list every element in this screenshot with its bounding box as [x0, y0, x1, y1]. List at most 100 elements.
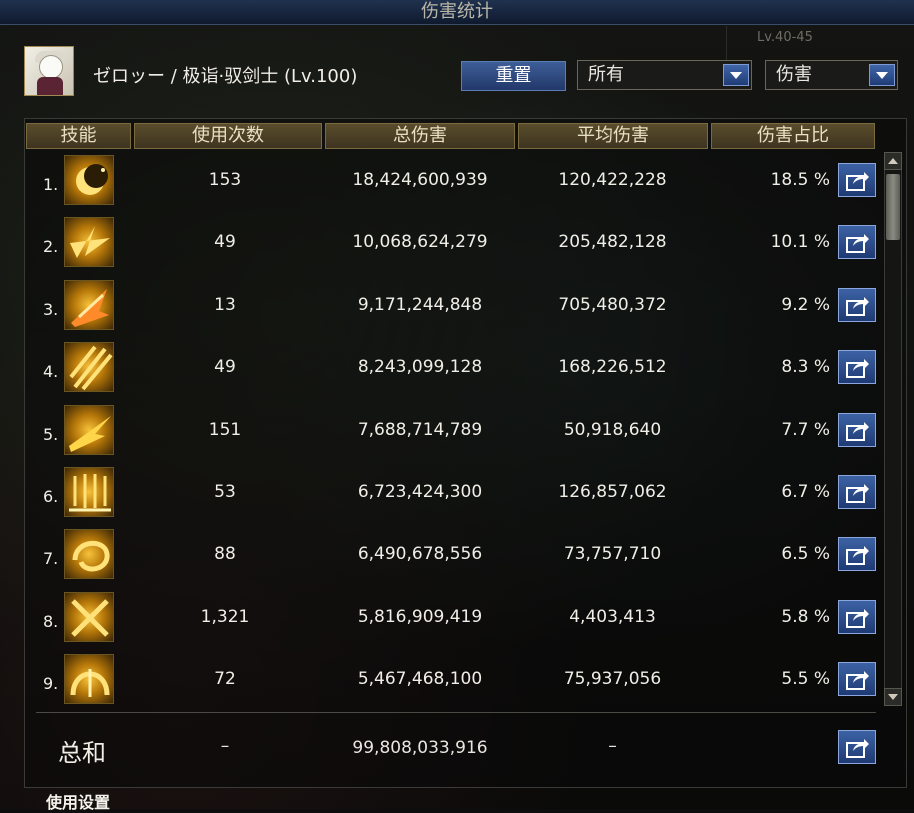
row-index: 7. [43, 549, 59, 569]
row-index: 1. [43, 175, 59, 194]
row-index: 5. [43, 424, 59, 444]
row-index: 2. [43, 237, 59, 257]
share-button[interactable] [838, 475, 876, 509]
skill-uses: 49 [214, 232, 236, 253]
divider [36, 712, 876, 713]
skill-total-damage: 18,424,600,939 [352, 170, 488, 190]
skill-uses: 88 [214, 544, 236, 565]
skill-damage-percent: 18.5 % [770, 170, 830, 190]
filter-scope-value: 所有 [588, 64, 624, 85]
share-button[interactable] [838, 662, 876, 697]
triple-slash-icon [64, 342, 114, 393]
column-header-total: 总伤害 [325, 123, 515, 149]
column-header-average: 平均伤害 [518, 123, 708, 149]
skill-total-damage: 10,068,624,279 [352, 232, 488, 253]
skill-damage-percent: 5.5 % [781, 669, 830, 690]
row-index: 9. [43, 674, 59, 694]
skill-uses: 1,321 [200, 606, 250, 627]
sword-rain-icon [64, 467, 114, 517]
skill-damage-percent: 8.3 % [781, 357, 830, 378]
skill-total-damage: 6,490,678,556 [357, 544, 483, 565]
skill-average-damage: 126,857,062 [558, 482, 667, 502]
flame-dash-icon [64, 279, 114, 330]
chevron-down-icon[interactable] [723, 64, 749, 86]
skill-damage-percent: 7.7 % [781, 419, 830, 440]
skill-average-damage: 705,480,372 [558, 294, 667, 315]
skill-average-damage: 73,757,710 [563, 544, 662, 565]
skill-average-damage: 75,937,056 [563, 669, 662, 690]
column-header-percent: 伤害占比 [711, 123, 875, 149]
skill-uses: 153 [208, 170, 242, 190]
share-icon [846, 296, 869, 316]
skill-total-damage: 5,816,909,419 [357, 606, 483, 627]
column-header-uses: 使用次数 [134, 123, 322, 149]
skill-total-damage: 5,467,468,100 [357, 669, 483, 690]
skill-average-damage: 50,918,640 [563, 419, 662, 440]
skill-damage-percent: 6.5 % [781, 544, 830, 565]
spin-slash-icon [64, 529, 114, 580]
skill-average-damage: 205,482,128 [558, 232, 667, 253]
scrollbar-thumb[interactable] [886, 174, 900, 240]
filter-metric-value: 伤害 [776, 64, 812, 85]
arch-blade-icon [64, 654, 114, 705]
share-button-total[interactable] [838, 730, 876, 764]
share-icon [846, 359, 869, 379]
filter-dropdown-scope[interactable]: 所有 [577, 60, 752, 90]
share-button[interactable] [838, 599, 876, 634]
skill-total-damage: 9,171,244,848 [357, 294, 483, 315]
player-name: ゼロッー / 极诣·驭剑士 (Lv.100) [93, 66, 358, 87]
burst-slash-icon [64, 217, 114, 268]
row-index: 4. [43, 362, 59, 382]
player-avatar [24, 46, 74, 96]
share-button[interactable] [838, 225, 876, 260]
skill-uses: 49 [214, 357, 236, 378]
row-index: 3. [43, 299, 59, 319]
filter-dropdown-metric[interactable]: 伤害 [765, 60, 898, 90]
skill-uses: 72 [214, 669, 236, 690]
row-index: 8. [43, 611, 59, 631]
skill-damage-percent: 9.2 % [781, 294, 830, 315]
share-icon [846, 484, 869, 503]
skill-damage-percent: 10.1 % [770, 232, 830, 253]
share-icon [846, 234, 869, 254]
skill-average-damage: 168,226,512 [558, 357, 667, 378]
settings-label[interactable]: 使用设置 [46, 789, 110, 813]
column-header-skill: 技能 [26, 123, 131, 149]
total-label: 总和 [58, 739, 106, 767]
share-icon [846, 671, 869, 691]
thrust-icon [64, 404, 114, 455]
skill-uses: 13 [214, 294, 236, 315]
share-button[interactable] [838, 163, 876, 197]
row-index: 6. [43, 487, 59, 506]
skill-total-damage: 7,688,714,789 [357, 419, 483, 440]
share-button[interactable] [838, 412, 876, 447]
skill-damage-percent: 5.8 % [781, 606, 830, 627]
scroll-up-arrow-icon[interactable] [884, 152, 902, 170]
scroll-down-arrow-icon[interactable] [884, 688, 902, 706]
share-icon [846, 421, 869, 441]
share-icon [846, 739, 869, 758]
total-uses: – [220, 736, 230, 756]
skill-total-damage: 6,723,424,300 [357, 482, 483, 502]
total-damage: 99,808,033,916 [352, 738, 488, 758]
reset-button[interactable]: 重置 [461, 61, 566, 91]
share-icon [846, 172, 869, 191]
background-level-text: Lv.40-45 [757, 30, 813, 45]
skill-uses: 151 [208, 419, 242, 440]
chevron-down-icon[interactable] [869, 64, 895, 86]
total-average: – [608, 736, 617, 756]
window-title: 伤害统计 [421, 1, 493, 22]
skill-average-damage: 4,403,413 [569, 606, 656, 627]
share-button[interactable] [838, 287, 876, 322]
share-icon [846, 546, 869, 566]
skill-damage-percent: 6.7 % [781, 482, 830, 502]
share-button[interactable] [838, 537, 876, 572]
title-bar: 伤害统计 [0, 0, 914, 25]
skill-uses: 53 [214, 482, 236, 502]
crescent-moon-icon [64, 155, 114, 205]
share-button[interactable] [838, 350, 876, 385]
cross-blade-icon [64, 591, 114, 642]
skill-total-damage: 8,243,099,128 [357, 357, 483, 378]
skill-average-damage: 120,422,228 [558, 170, 667, 190]
share-icon [846, 608, 869, 628]
